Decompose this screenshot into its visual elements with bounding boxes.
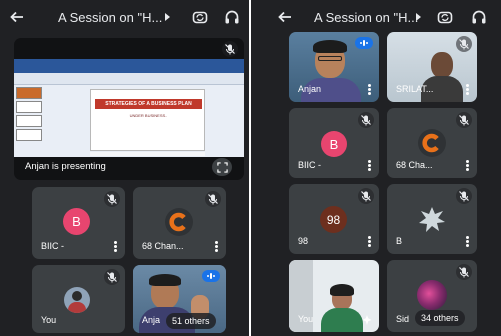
mic-off-icon [358, 188, 374, 204]
participant-name: SRILAT... [396, 84, 434, 94]
slide-thumbnails [16, 87, 42, 153]
effects-icon[interactable] [361, 314, 373, 326]
participant-tile[interactable]: SRILAT... [387, 32, 477, 102]
chevron-right-icon[interactable] [411, 9, 427, 25]
presentation-tile[interactable]: STRATEGIES OF A BUSINESS PLAN UNDER BUSI… [14, 38, 244, 180]
more-vert-icon[interactable] [466, 160, 469, 171]
ribbon [14, 73, 244, 85]
participant-tile[interactable]: 68 Cha... [387, 108, 477, 178]
notes-area [90, 152, 205, 156]
mic-off-icon [104, 269, 120, 285]
app-toolbar [14, 59, 244, 73]
channel-logo [418, 129, 446, 157]
participant-name: B [396, 236, 403, 246]
avatar [417, 280, 447, 310]
more-vert-icon[interactable] [466, 236, 469, 247]
headphones-icon[interactable] [471, 9, 487, 25]
mic-off-icon [456, 188, 472, 204]
more-vert-icon[interactable] [368, 236, 371, 247]
switch-camera-icon[interactable] [192, 9, 208, 25]
participant-name: 98 [298, 236, 309, 246]
more-vert-icon[interactable] [114, 241, 117, 252]
participant-name: BIIC - [298, 160, 322, 170]
meeting-title[interactable]: A Session on "H... [314, 10, 418, 25]
participant-tile[interactable]: B BIIC - [32, 187, 125, 259]
mic-off-icon [456, 264, 472, 280]
fullscreen-icon [216, 161, 228, 173]
more-vert-icon[interactable] [368, 160, 371, 171]
participant-name: 68 Cha... [396, 160, 433, 170]
back-arrow-icon[interactable] [9, 9, 25, 25]
speaking-indicator [355, 37, 373, 49]
current-slide: STRATEGIES OF A BUSINESS PLAN UNDER BUSI… [90, 89, 205, 151]
presenter-caption: Anjan is presenting [25, 161, 106, 172]
participant-name: You [298, 314, 314, 324]
left-screen: A Session on "H... STRATEGIES OF A BUSIN… [0, 0, 250, 336]
more-vert-icon[interactable] [368, 84, 371, 95]
others-count[interactable]: 34 others [415, 310, 465, 326]
participant-name: Anja [142, 315, 161, 325]
self-tile[interactable]: You [289, 260, 379, 332]
avatar [419, 207, 445, 232]
mic-off-icon [456, 112, 472, 128]
mic-off-icon [205, 191, 221, 207]
participant-name: Anjan [298, 84, 322, 94]
slide-subtitle: UNDER BUSINESS.. [129, 113, 168, 118]
mic-off-icon [104, 191, 120, 207]
more-vert-icon[interactable] [466, 84, 469, 95]
mic-off-icon [222, 41, 238, 57]
mic-off-icon [456, 36, 472, 52]
chevron-right-icon[interactable] [160, 9, 176, 25]
back-arrow-icon[interactable] [277, 9, 293, 25]
speaking-indicator [202, 270, 220, 282]
participant-name: You [41, 315, 57, 325]
avatar: B [321, 131, 347, 157]
headphones-icon[interactable] [224, 9, 240, 25]
participant-tile[interactable]: Anjan [289, 32, 379, 102]
participant-tile[interactable]: 68 Chan... [133, 187, 226, 259]
participant-tile[interactable]: B [387, 184, 477, 254]
channel-logo [165, 208, 193, 236]
avatar [64, 287, 90, 313]
participant-name: BIIC - [41, 241, 65, 251]
participant-name: Sid [396, 314, 410, 324]
avatar: 98 [320, 206, 347, 233]
switch-camera-icon[interactable] [437, 9, 453, 25]
fullscreen-button[interactable] [212, 158, 232, 176]
call-header: A Session on "H... [0, 0, 250, 34]
avatar: B [63, 208, 90, 235]
call-header: A Session on "H... [251, 0, 501, 34]
self-tile[interactable]: You [32, 265, 125, 333]
participant-tile[interactable]: Anja 51 others [133, 265, 226, 333]
participant-tile[interactable]: 98 98 [289, 184, 379, 254]
participant-name: 68 Chan... [142, 241, 184, 251]
more-vert-icon[interactable] [215, 241, 218, 252]
mic-off-icon [358, 112, 374, 128]
participant-tile[interactable]: Sid 34 others [387, 260, 477, 332]
shared-screen: STRATEGIES OF A BUSINESS PLAN UNDER BUSI… [14, 59, 244, 157]
slide-title: STRATEGIES OF A BUSINESS PLAN [95, 99, 202, 109]
right-screen: A Session on "H... Anjan SRILAT... B BII… [251, 0, 501, 336]
participant-tile[interactable]: B BIIC - [289, 108, 379, 178]
others-count[interactable]: 51 others [166, 313, 216, 329]
meeting-title[interactable]: A Session on "H... [58, 10, 162, 25]
